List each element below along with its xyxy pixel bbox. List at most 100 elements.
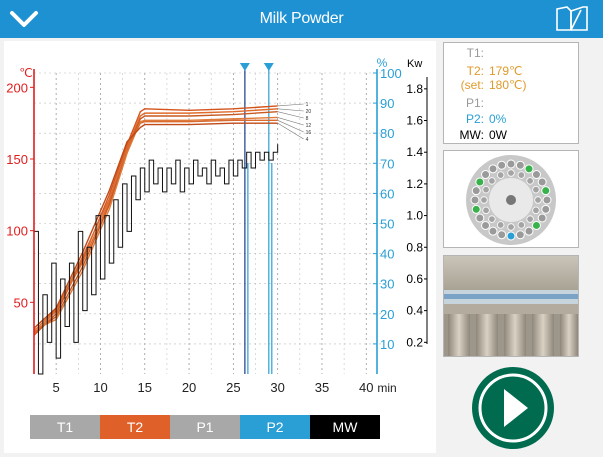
power-tick-label: 0.6	[406, 272, 423, 286]
carousel-slot	[531, 220, 541, 230]
carousel-slot	[524, 226, 534, 236]
power-tick-label: 0.2	[406, 335, 423, 349]
toggle-mw-button[interactable]: MW	[310, 415, 380, 439]
carousel-slot-inner	[507, 223, 515, 231]
curve-leader-line	[277, 122, 304, 140]
carousel-slot-inner	[480, 196, 488, 204]
carousel-slot	[542, 195, 552, 205]
p2-value: 0%	[489, 112, 507, 126]
carousel-slot	[481, 170, 491, 180]
x-tick-label: 20	[182, 380, 196, 395]
camera-image	[444, 256, 578, 356]
carousel-slot-inner	[496, 171, 505, 179]
carousel-slot	[470, 195, 480, 205]
play-button[interactable]	[470, 365, 556, 451]
percent-tick-label: 50	[380, 217, 394, 232]
curve-label: 8	[306, 116, 309, 122]
carousel-slot-inner	[482, 206, 490, 215]
book-icon[interactable]	[553, 5, 591, 33]
carousel-slot	[475, 177, 485, 187]
readout-mw: MW: 0W	[444, 129, 580, 142]
x-tick-label: 5	[53, 380, 60, 395]
carousel-slot-inner	[532, 206, 540, 215]
carousel-slot	[506, 159, 516, 169]
percent-tick-label: 20	[380, 307, 394, 322]
carousel-hub	[506, 195, 516, 205]
curve-label: 1	[306, 102, 309, 108]
temperature-curve	[33, 108, 278, 332]
carousel-diagram	[466, 155, 556, 245]
toggle-p1-button[interactable]: P1	[170, 415, 240, 439]
readout-setpoint: (set: 180℃)	[444, 79, 580, 92]
carousel-slot	[541, 186, 551, 196]
percent-tick-label: 70	[380, 156, 394, 171]
t2-value: 179℃	[489, 64, 523, 78]
temperature-tick-label: 100	[6, 224, 28, 239]
setpoint-label: (set:	[460, 78, 484, 92]
mw-label: MW:	[459, 128, 484, 142]
chart-panel: 5 10 15 20 25 30 35 40 min ℃ 50 100 150 200% 10 20 30 40 5…	[4, 41, 436, 453]
carousel-slot	[506, 231, 516, 241]
carousel-slot-inner	[507, 169, 515, 177]
temperature-tick-label: 150	[6, 152, 28, 167]
carousel-slot-inner	[532, 185, 540, 194]
carousel-slot	[497, 230, 507, 240]
camera-view	[443, 255, 579, 357]
carousel-slot	[524, 164, 534, 174]
readout-p1: P1:	[444, 97, 580, 110]
carousel-slot	[537, 213, 547, 223]
temperature-curve	[33, 111, 278, 334]
temperature-curve	[33, 105, 278, 336]
carousel-slot	[471, 204, 481, 214]
curve-label: 20	[306, 109, 312, 115]
temperature-tick-label: 200	[6, 80, 28, 95]
x-tick-label: 30	[270, 380, 284, 395]
power-tick-label: 1.0	[406, 209, 423, 223]
toggle-p2-button[interactable]: P2	[240, 415, 310, 439]
carousel-slot-inner	[517, 171, 526, 179]
time-marker-handle[interactable]	[239, 63, 250, 71]
percent-tick-label: 90	[380, 96, 394, 111]
carousel-slot-inner	[482, 185, 490, 194]
curve-leader-line	[277, 120, 304, 133]
carousel-slot	[541, 204, 551, 214]
x-tick-label: 25	[226, 380, 240, 395]
carousel-slot-inner	[488, 177, 496, 185]
time-marker-handle[interactable]	[263, 63, 274, 71]
carousel-slot-inner	[496, 221, 505, 229]
power-tick-label: 1.2	[406, 177, 423, 191]
power-tick-label: 0.4	[406, 304, 423, 318]
percent-tick-label: 100	[380, 66, 402, 81]
temperature-axis-unit: ℃	[19, 66, 32, 80]
app-title: Milk Powder	[259, 10, 344, 27]
temperature-curve	[33, 119, 278, 335]
app-window: Milk Powder 5 10 15 20 25 30 35 40 min ℃ 50 100 150 2…	[0, 0, 603, 456]
temperature-power-chart: 5 10 15 20 25 30 35 40 min℃50100150200%102030405…	[6, 56, 428, 395]
power-axis-unit: Kw	[407, 58, 422, 70]
carousel-slot	[515, 160, 525, 170]
toggle-t1-button[interactable]: T1	[30, 415, 100, 439]
t1-label: T1:	[466, 46, 484, 60]
x-tick-label: 35	[315, 380, 329, 395]
p2-label: P2:	[465, 112, 484, 126]
carousel-slot-inner	[517, 221, 526, 229]
percent-tick-label: 60	[380, 186, 394, 201]
t2-label: T2:	[466, 64, 484, 78]
carousel-slot-inner	[526, 177, 534, 185]
x-tick-label: 10	[93, 380, 107, 395]
percent-tick-label: 30	[380, 277, 394, 292]
x-axis-unit: min	[377, 381, 396, 395]
toggle-t2-button[interactable]: T2	[100, 415, 170, 439]
power-tick-label: 1.8	[406, 82, 423, 96]
carousel-slot-inner	[488, 215, 496, 223]
carousel-slot	[497, 160, 507, 170]
carousel-slot-inner	[534, 196, 542, 204]
carousel-slot	[515, 230, 525, 240]
x-tick-label: 40	[359, 380, 373, 395]
percent-tick-label: 80	[380, 126, 394, 141]
power-tick-label: 1.4	[406, 145, 423, 159]
power-tick-label: 0.8	[406, 240, 423, 254]
curve-label: 12	[306, 123, 312, 129]
carousel-slot	[488, 226, 498, 236]
x-tick-label: 15	[138, 380, 152, 395]
